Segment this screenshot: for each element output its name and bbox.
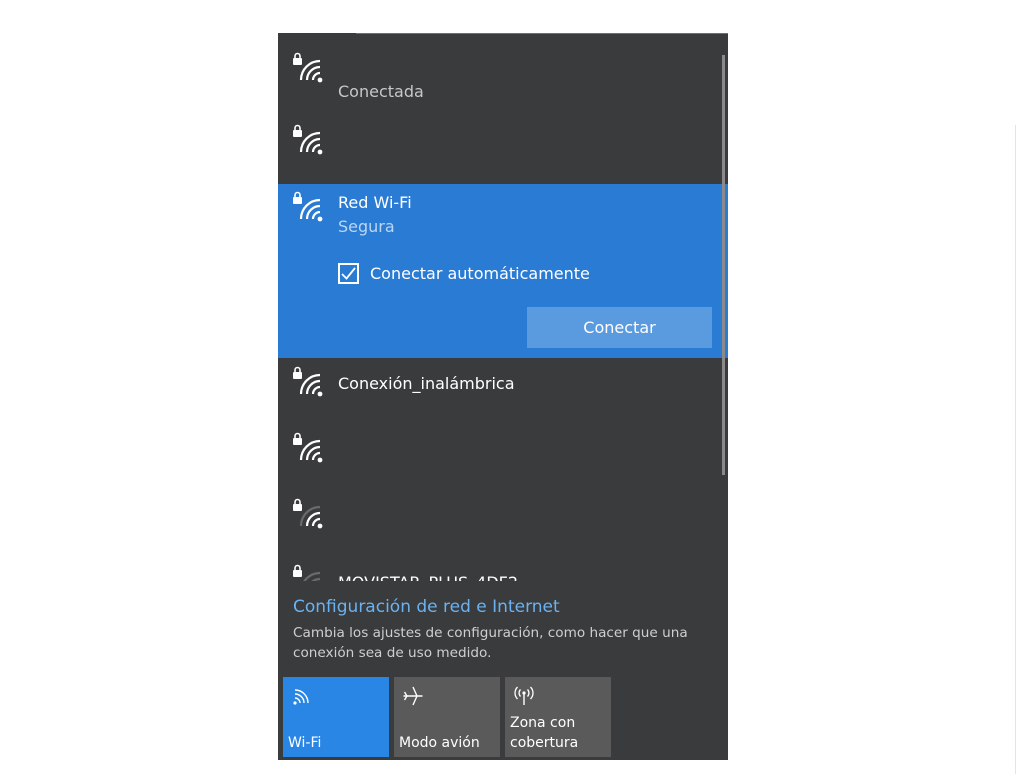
network-item[interactable]: Conexión_inalámbrica: [278, 358, 728, 424]
network-status: Conectada: [338, 82, 424, 101]
network-name: MOVISTAR_PLUS_4DF2: [338, 573, 518, 581]
wifi-secured-weak-icon: [293, 498, 323, 529]
wifi-secured-icon: [293, 366, 323, 397]
wifi-secured-icon: [293, 52, 323, 83]
checkmark-icon: [341, 266, 356, 280]
auto-connect-checkbox[interactable]: Conectar automáticamente: [338, 260, 590, 286]
network-item-selected[interactable]: Red Wi-Fi Segura Conectar automáticament…: [278, 184, 728, 358]
network-item[interactable]: [278, 424, 728, 490]
network-settings-description: Cambia los ajustes de configuración, com…: [293, 625, 688, 661]
connect-button[interactable]: Conectar: [527, 307, 712, 348]
network-item-connected[interactable]: Conectada: [278, 33, 728, 111]
auto-connect-label: Conectar automáticamente: [370, 263, 590, 283]
page: Conectada Red Wi-Fi Segura Conectar auto…: [0, 0, 1017, 774]
network-list[interactable]: Conectada Red Wi-Fi Segura Conectar auto…: [278, 33, 728, 581]
wifi-secured-icon: [293, 124, 323, 155]
wifi-secured-weak-icon: [293, 564, 321, 581]
airplane-icon: [403, 686, 423, 706]
network-name: Red Wi-Fi: [338, 193, 412, 212]
network-item[interactable]: [278, 111, 728, 184]
wifi-secured-icon: [293, 191, 323, 222]
network-item[interactable]: [278, 490, 728, 556]
network-name: Conexión_inalámbrica: [338, 374, 515, 393]
window-edge-divider: [1015, 125, 1016, 774]
checkbox-box[interactable]: [338, 262, 359, 284]
hotspot-icon: [514, 686, 534, 705]
tile-label: Wi-Fi: [288, 735, 322, 751]
tile-label: Modo avión: [399, 735, 480, 751]
network-status: Segura: [338, 217, 395, 236]
network-settings-link[interactable]: Configuración de red e Internet: [293, 597, 713, 617]
airplane-mode-tile[interactable]: Modo avión: [394, 677, 500, 757]
network-settings-section: Configuración de red e Internet Cambia l…: [293, 597, 713, 663]
network-item[interactable]: MOVISTAR_PLUS_4DF2: [278, 556, 728, 581]
wifi-icon: [293, 689, 309, 705]
mobile-hotspot-tile[interactable]: Zona con cobertura: [505, 677, 611, 757]
scrollbar[interactable]: [722, 55, 725, 475]
tile-label: Zona con cobertura: [510, 715, 579, 751]
network-flyout: Conectada Red Wi-Fi Segura Conectar auto…: [278, 33, 728, 760]
wifi-toggle-tile[interactable]: Wi-Fi: [283, 677, 389, 757]
wifi-secured-icon: [293, 432, 323, 463]
